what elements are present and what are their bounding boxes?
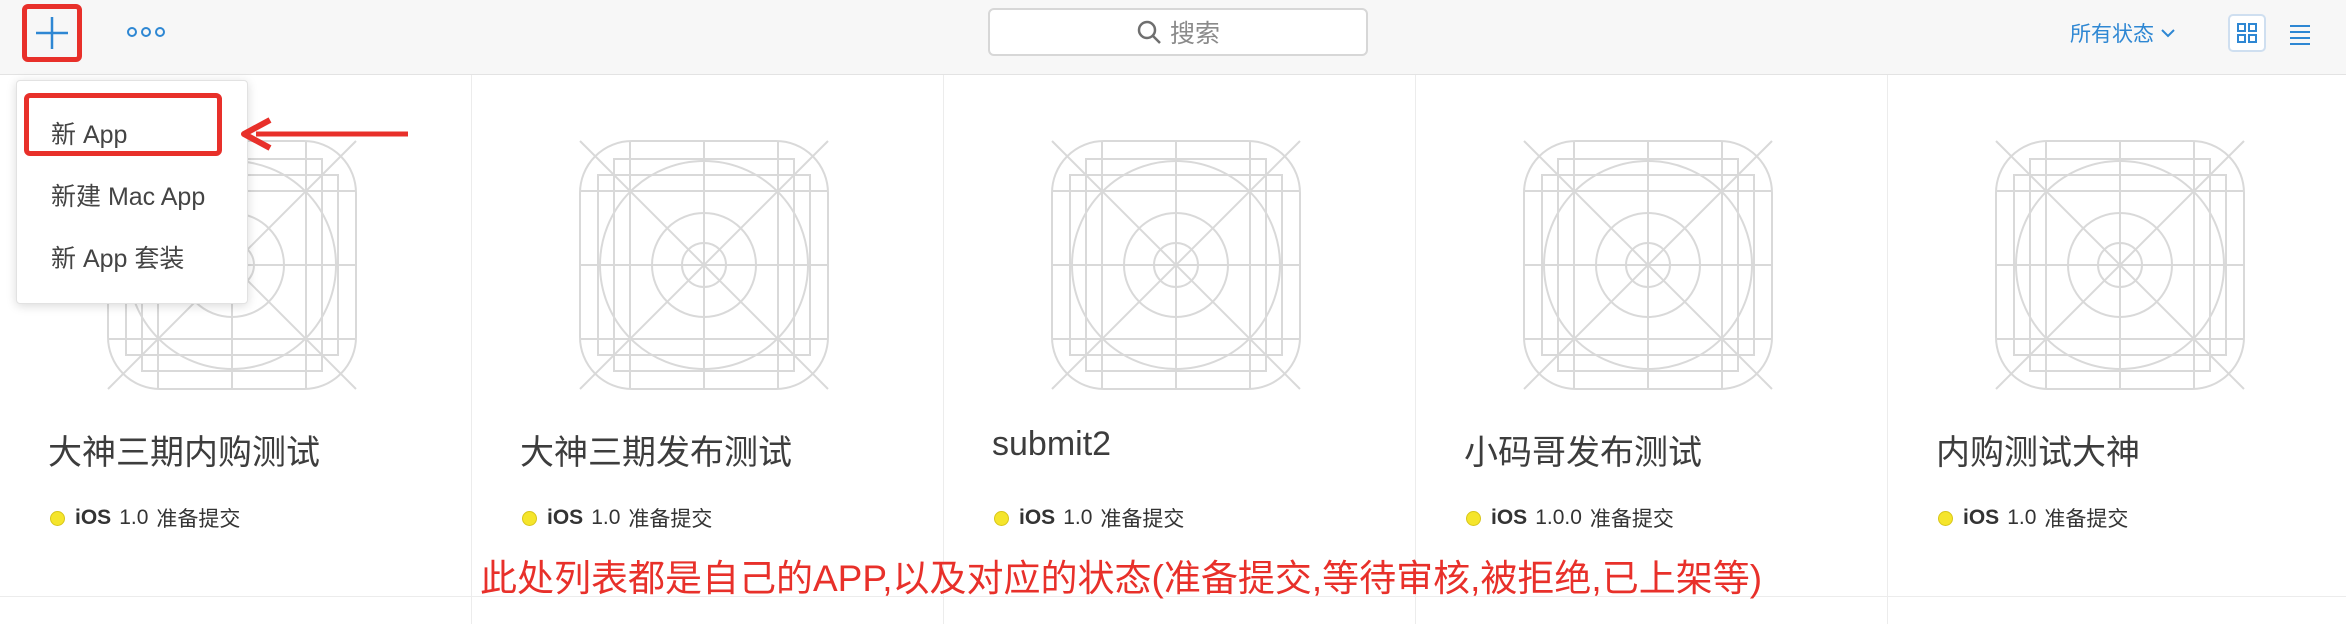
app-card[interactable]: submit2 iOS 1.0 准备提交 <box>944 75 1416 624</box>
app-platform: iOS <box>1491 506 1528 529</box>
app-name[interactable]: 内购测试大神 <box>1936 425 2140 474</box>
app-status: iOS 1.0 准备提交 <box>50 503 240 533</box>
app-status-text: 准备提交 <box>628 508 713 531</box>
ellipsis-icon <box>127 27 165 37</box>
status-filter-dropdown[interactable]: 所有状态 <box>2070 18 2176 48</box>
grid-icon <box>2237 23 2257 43</box>
app-placeholder-icon <box>579 140 829 390</box>
app-status-text: 准备提交 <box>1100 508 1185 531</box>
app-name[interactable]: 大神三期内购测试 <box>48 425 320 474</box>
menu-item-new-mac-app[interactable]: 新建 Mac App <box>51 177 205 213</box>
status-dot-icon <box>50 510 65 526</box>
app-name[interactable]: 小码哥发布测试 <box>1464 425 1702 474</box>
toolbar: 搜索 所有状态 <box>0 0 2346 75</box>
status-dot-icon <box>1938 510 1953 526</box>
app-status-text: 准备提交 <box>1589 508 1674 531</box>
chevron-down-icon <box>2161 29 2175 38</box>
app-card[interactable]: 内购测试大神 iOS 1.0 准备提交 <box>1888 75 2346 624</box>
add-app-button[interactable] <box>22 4 82 62</box>
app-platform: iOS <box>75 506 112 529</box>
red-arrow-icon <box>241 117 408 151</box>
status-dot-icon <box>994 510 1009 526</box>
app-name[interactable]: submit2 <box>992 425 1111 464</box>
app-card[interactable]: 大神三期发布测试 iOS 1.0 准备提交 <box>472 75 944 624</box>
status-dot-icon <box>522 510 537 526</box>
menu-item-new-app-bundle[interactable]: 新 App 套装 <box>51 239 184 275</box>
app-placeholder-icon <box>1523 140 1773 390</box>
list-view-toggle[interactable] <box>2284 18 2316 50</box>
app-name[interactable]: 大神三期发布测试 <box>520 425 792 474</box>
plus-icon <box>36 17 68 49</box>
app-version: 1.0 <box>591 506 621 529</box>
more-options-button[interactable] <box>126 20 166 44</box>
app-card[interactable]: 小码哥发布测试 iOS 1.0.0 准备提交 <box>1416 75 1888 624</box>
search-icon <box>1137 20 1161 44</box>
status-filter-label: 所有状态 <box>2070 23 2154 46</box>
app-status: iOS 1.0.0 准备提交 <box>1466 503 1674 533</box>
app-version: 1.0 <box>1063 506 1093 529</box>
app-version: 1.0 <box>119 506 149 529</box>
app-placeholder-icon <box>1051 140 1301 390</box>
app-platform: iOS <box>1963 506 2000 529</box>
list-icon <box>2290 25 2310 45</box>
grid-view-toggle[interactable] <box>2228 14 2266 52</box>
app-placeholder-icon <box>1995 140 2245 390</box>
search-placeholder: 搜索 <box>1169 20 1220 48</box>
app-version: 1.0 <box>2007 506 2037 529</box>
search-input[interactable]: 搜索 <box>988 8 1368 56</box>
status-dot-icon <box>1466 510 1481 526</box>
app-platform: iOS <box>547 506 584 529</box>
app-status-text: 准备提交 <box>156 508 241 531</box>
highlight-box <box>24 93 222 156</box>
app-status-text: 准备提交 <box>2044 508 2129 531</box>
annotation-text: 此处列表都是自己的APP,以及对应的状态(准备提交,等待审核,被拒绝,已上架等) <box>480 558 1763 599</box>
app-platform: iOS <box>1019 506 1056 529</box>
app-status: iOS 1.0 准备提交 <box>994 503 1184 533</box>
app-status: iOS 1.0 准备提交 <box>1938 503 2128 533</box>
app-status: iOS 1.0 准备提交 <box>522 503 712 533</box>
app-version: 1.0.0 <box>1535 506 1582 529</box>
